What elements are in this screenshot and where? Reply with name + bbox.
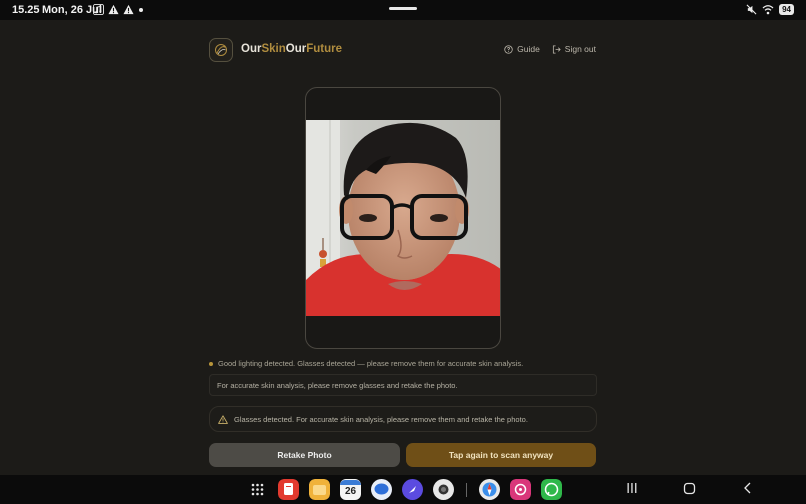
browser-app-icon[interactable]: [402, 479, 423, 500]
brand-name: OurSkinOurFuture: [241, 43, 342, 55]
camera-app-icon[interactable]: [433, 479, 454, 500]
captured-face-photo: [306, 120, 500, 316]
app-logo[interactable]: [209, 38, 233, 62]
detection-status-text: Good lighting detected. Glasses detected…: [218, 359, 524, 368]
calendar-app-icon[interactable]: 26: [340, 479, 361, 500]
guide-link[interactable]: Guide: [504, 44, 540, 54]
gallery-app-icon[interactable]: [510, 479, 531, 500]
recent-apps-icon[interactable]: [626, 482, 638, 494]
warning-alert-text: Glasses detected. For accurate skin anal…: [234, 414, 528, 424]
home-icon[interactable]: [683, 482, 696, 495]
warning-triangle-icon: [218, 414, 228, 424]
top-handle: [389, 7, 417, 10]
header-nav: Guide Sign out: [504, 44, 596, 54]
files-app-icon[interactable]: [309, 479, 330, 500]
messages-app-icon[interactable]: [371, 479, 392, 500]
brand-part-our-2: Our: [285, 43, 307, 55]
status-dot-icon: [209, 361, 213, 366]
status-time: 15.25: [12, 4, 40, 16]
info-message: For accurate skin analysis, please remov…: [209, 374, 597, 396]
log-out-icon: [552, 44, 561, 54]
status-bar: 15.25 Mon, 26 Jul 94: [0, 0, 806, 20]
system-icons: 94: [746, 4, 794, 15]
info-message-text: For accurate skin analysis, please remov…: [217, 381, 458, 390]
app-drawer-icon[interactable]: [247, 479, 268, 500]
whatsapp-app-icon[interactable]: [541, 479, 562, 500]
calendar-day: 26: [344, 486, 357, 497]
battery-indicator: 94: [779, 4, 794, 15]
dock-separator: [466, 482, 467, 497]
warning-alert: Glasses detected. For accurate skin anal…: [209, 406, 597, 432]
logo-icon: [215, 44, 227, 56]
camera-preview: [305, 87, 501, 349]
signout-label: Sign out: [564, 44, 596, 54]
help-circle-icon: [504, 44, 513, 54]
brand-part-future: Future: [306, 43, 342, 55]
back-icon[interactable]: [742, 482, 754, 494]
scan-anyway-button[interactable]: Tap again to scan anyway: [406, 443, 596, 467]
sign-out-link[interactable]: Sign out: [552, 44, 596, 54]
safari-app-icon[interactable]: [479, 479, 500, 500]
system-navigation-bar: 26: [0, 475, 806, 504]
dot-icon: [139, 7, 143, 12]
mute-icon: [746, 4, 757, 15]
wifi-icon: [762, 5, 774, 15]
notes-app-icon[interactable]: [278, 479, 299, 500]
brand-part-skin: Skin: [261, 43, 286, 55]
alert-triangle-icon: [108, 4, 119, 15]
detection-status: Good lighting detected. Glasses detected…: [209, 359, 599, 368]
guide-label: Guide: [517, 44, 540, 54]
brand-part-our: Our: [241, 43, 262, 55]
alert-triangle-icon: [123, 4, 134, 15]
notification-icons: [93, 4, 144, 15]
music-note-icon: [93, 4, 104, 15]
retake-photo-button[interactable]: Retake Photo: [209, 443, 400, 467]
app-dock: 26: [247, 479, 562, 500]
